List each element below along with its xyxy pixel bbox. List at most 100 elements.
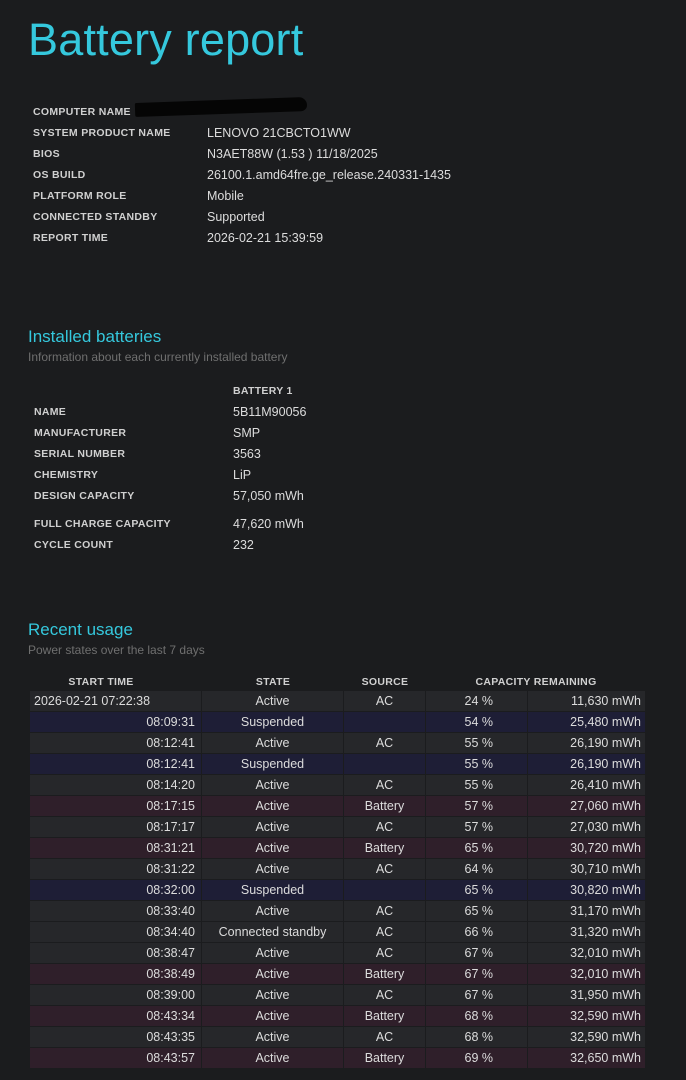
capacity-mwh-cell: 32,010 mWh bbox=[528, 943, 646, 964]
source-cell: AC bbox=[344, 1027, 426, 1048]
capacity-percent-cell: 66 % bbox=[426, 922, 528, 943]
system-info-table: COMPUTER NAME SYSTEM PRODUCT NAME LENOVO 2… bbox=[33, 101, 451, 248]
state-cell: Active bbox=[202, 691, 344, 712]
start-time-cell: 08:17:15 bbox=[30, 796, 202, 817]
source-cell: AC bbox=[344, 859, 426, 880]
start-time-cell: 08:17:17 bbox=[30, 817, 202, 838]
table-row: 08:31:22 Active AC 64 % 30,710 mWh bbox=[30, 859, 646, 880]
recent-usage-heading: Recent usage bbox=[28, 620, 133, 639]
source-cell bbox=[344, 712, 426, 733]
start-time-cell: 08:09:31 bbox=[30, 712, 202, 733]
info-value: LENOVO 21CBCTO1WW bbox=[207, 125, 351, 140]
capacity-mwh-cell: 31,320 mWh bbox=[528, 922, 646, 943]
capacity-percent-cell: 55 % bbox=[426, 754, 528, 775]
info-row: OS BUILD 26100.1.amd64fre.ge_release.2403… bbox=[33, 164, 451, 185]
table-row: 08:39:00 Active AC 67 % 31,950 mWh bbox=[30, 985, 646, 1006]
capacity-percent-cell: 55 % bbox=[426, 733, 528, 754]
battery-value: 3563 bbox=[233, 446, 261, 461]
battery-row: DESIGN CAPACITY 57,050 mWh bbox=[34, 485, 432, 506]
table-row: 08:43:34 Active Battery 68 % 32,590 mWh bbox=[30, 1006, 646, 1027]
table-row: 2026-02-21 07:22:38 Active AC 24 % 11,630 mW… bbox=[30, 691, 646, 712]
capacity-percent-cell: 65 % bbox=[426, 838, 528, 859]
installed-batteries-subtitle: Information about each currently install… bbox=[28, 350, 288, 364]
battery-row: MANUFACTURER SMP bbox=[34, 422, 432, 443]
state-cell: Active bbox=[202, 733, 344, 754]
capacity-mwh-cell: 27,030 mWh bbox=[528, 817, 646, 838]
source-cell: AC bbox=[344, 985, 426, 1006]
start-time-cell: 08:43:57 bbox=[30, 1048, 202, 1069]
capacity-percent-cell: 67 % bbox=[426, 985, 528, 1006]
battery-value: LiP bbox=[233, 467, 252, 482]
capacity-percent-cell: 64 % bbox=[426, 859, 528, 880]
capacity-mwh-cell: 32,650 mWh bbox=[528, 1048, 646, 1069]
state-cell: Active bbox=[202, 964, 344, 985]
state-cell: Active bbox=[202, 775, 344, 796]
info-row: CONNECTED STANDBY Supported bbox=[33, 206, 451, 227]
capacity-mwh-cell: 32,010 mWh bbox=[528, 964, 646, 985]
recent-usage-table: START TIME STATE SOURCE CAPACITY REMAINI… bbox=[30, 672, 646, 1069]
battery-label: FULL CHARGE CAPACITY bbox=[34, 517, 171, 530]
info-label: REPORT TIME bbox=[33, 231, 109, 244]
table-row: 08:38:47 Active AC 67 % 32,010 mWh bbox=[30, 943, 646, 964]
capacity-mwh-cell: 30,720 mWh bbox=[528, 838, 646, 859]
start-time-cell: 08:38:49 bbox=[30, 964, 202, 985]
info-value: 2026-02-21 15:39:59 bbox=[207, 230, 324, 245]
table-row: 08:14:20 Active AC 55 % 26,410 mWh bbox=[30, 775, 646, 796]
state-cell: Active bbox=[202, 985, 344, 1006]
source-cell: AC bbox=[344, 775, 426, 796]
table-row: 08:33:40 Active AC 65 % 31,170 mWh bbox=[30, 901, 646, 922]
source-cell: AC bbox=[344, 817, 426, 838]
start-time-cell: 08:33:40 bbox=[30, 901, 202, 922]
start-time-cell: 08:43:35 bbox=[30, 1027, 202, 1048]
state-cell: Suspended bbox=[202, 754, 344, 775]
battery-row: CHEMISTRY LiP bbox=[34, 464, 432, 485]
info-row: PLATFORM ROLE Mobile bbox=[33, 185, 451, 206]
capacity-percent-cell: 24 % bbox=[426, 691, 528, 712]
recent-usage-subtitle: Power states over the last 7 days bbox=[28, 643, 205, 657]
capacity-percent-cell: 68 % bbox=[426, 1006, 528, 1027]
state-cell: Connected standby bbox=[202, 922, 344, 943]
capacity-mwh-cell: 25,480 mWh bbox=[528, 712, 646, 733]
capacity-mwh-cell: 31,950 mWh bbox=[528, 985, 646, 1006]
source-cell: Battery bbox=[344, 838, 426, 859]
state-cell: Active bbox=[202, 1048, 344, 1069]
capacity-mwh-cell: 32,590 mWh bbox=[528, 1006, 646, 1027]
table-row: 08:43:35 Active AC 68 % 32,590 mWh bbox=[30, 1027, 646, 1048]
info-label: PLATFORM ROLE bbox=[33, 189, 127, 202]
info-label: SYSTEM PRODUCT NAME bbox=[33, 126, 171, 139]
capacity-percent-cell: 54 % bbox=[426, 712, 528, 733]
start-time-cell: 08:12:41 bbox=[30, 754, 202, 775]
header-start-time: START TIME bbox=[68, 675, 134, 688]
start-time-cell: 08:31:21 bbox=[30, 838, 202, 859]
table-row: 08:34:40 Connected standby AC 66 % 31,320 mW… bbox=[30, 922, 646, 943]
info-label: OS BUILD bbox=[33, 168, 86, 181]
start-time-cell: 08:12:41 bbox=[30, 733, 202, 754]
start-time-cell: 08:34:40 bbox=[30, 922, 202, 943]
battery-row: CYCLE COUNT 232 bbox=[34, 534, 432, 555]
source-cell bbox=[344, 754, 426, 775]
source-cell: AC bbox=[344, 901, 426, 922]
battery-row: SERIAL NUMBER 3563 bbox=[34, 443, 432, 464]
capacity-percent-cell: 67 % bbox=[426, 964, 528, 985]
capacity-mwh-cell: 27,060 mWh bbox=[528, 796, 646, 817]
state-cell: Suspended bbox=[202, 712, 344, 733]
battery-row: FULL CHARGE CAPACITY 47,620 mWh bbox=[34, 513, 432, 534]
source-cell: Battery bbox=[344, 1048, 426, 1069]
source-cell: AC bbox=[344, 691, 426, 712]
info-value: Supported bbox=[207, 209, 265, 224]
table-row: 08:12:41 Suspended 55 % 26,190 mWh bbox=[30, 754, 646, 775]
source-cell: AC bbox=[344, 943, 426, 964]
installed-batteries-heading: Installed batteries bbox=[28, 327, 162, 346]
page-title: Battery report bbox=[28, 14, 304, 65]
source-cell bbox=[344, 880, 426, 901]
state-cell: Suspended bbox=[202, 880, 344, 901]
source-cell: AC bbox=[344, 922, 426, 943]
battery-label: DESIGN CAPACITY bbox=[34, 489, 135, 502]
header-source: SOURCE bbox=[361, 675, 409, 688]
info-row: REPORT TIME 2026-02-21 15:39:59 bbox=[33, 227, 451, 248]
info-label: CONNECTED STANDBY bbox=[33, 210, 158, 223]
capacity-percent-cell: 57 % bbox=[426, 796, 528, 817]
table-row: 08:32:00 Suspended 65 % 30,820 mWh bbox=[30, 880, 646, 901]
battery-label: CHEMISTRY bbox=[34, 468, 99, 481]
source-cell: Battery bbox=[344, 964, 426, 985]
